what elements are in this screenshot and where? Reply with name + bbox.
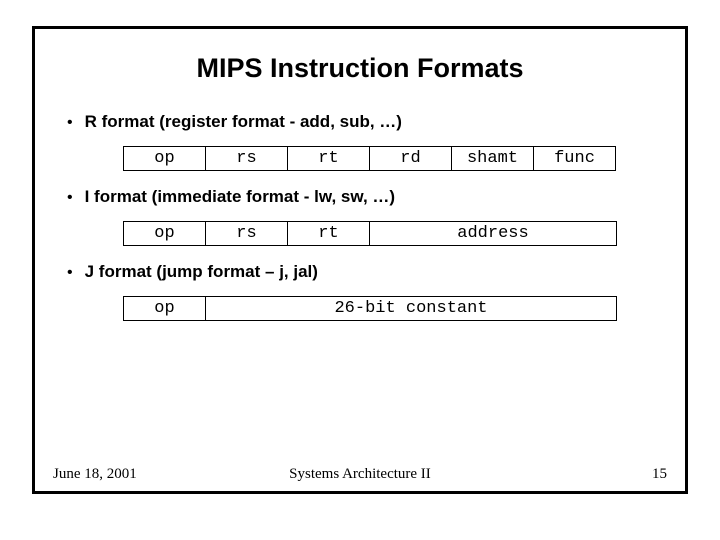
r-rd-cell: rd xyxy=(370,147,452,171)
r-op-cell: op xyxy=(124,147,206,171)
bullet-r-text: R format (register format - add, sub, …) xyxy=(85,112,402,132)
bullet-i-text: I format (immediate format - lw, sw, …) xyxy=(85,187,395,207)
r-rt-cell: rt xyxy=(288,147,370,171)
i-format-table: op rs rt address xyxy=(123,221,617,246)
r-format-table: op rs rt rd shamt func xyxy=(123,146,616,171)
i-op-cell: op xyxy=(124,222,206,246)
slide-footer: June 18, 2001 Systems Architecture II 15 xyxy=(35,466,685,483)
bullet-r-format: • R format (register format - add, sub, … xyxy=(63,112,657,132)
bullet-dot: • xyxy=(67,114,73,132)
j-format-table: op 26-bit constant xyxy=(123,296,617,321)
bullet-dot: • xyxy=(67,189,73,207)
footer-date: June 18, 2001 xyxy=(53,466,137,483)
slide-frame: MIPS Instruction Formats • R format (reg… xyxy=(32,26,688,494)
r-func-cell: func xyxy=(534,147,616,171)
bullet-j-text: J format (jump format – j, jal) xyxy=(85,262,318,282)
j-constant-cell: 26-bit constant xyxy=(206,297,617,321)
slide-content: • R format (register format - add, sub, … xyxy=(35,112,685,321)
i-rt-cell: rt xyxy=(288,222,370,246)
bullet-dot: • xyxy=(67,264,73,282)
bullet-j-format: • J format (jump format – j, jal) xyxy=(63,262,657,282)
slide-title: MIPS Instruction Formats xyxy=(35,53,685,84)
bullet-i-format: • I format (immediate format - lw, sw, …… xyxy=(63,187,657,207)
j-op-cell: op xyxy=(124,297,206,321)
i-address-cell: address xyxy=(370,222,617,246)
i-rs-cell: rs xyxy=(206,222,288,246)
footer-page-number: 15 xyxy=(652,466,667,483)
r-shamt-cell: shamt xyxy=(452,147,534,171)
r-rs-cell: rs xyxy=(206,147,288,171)
